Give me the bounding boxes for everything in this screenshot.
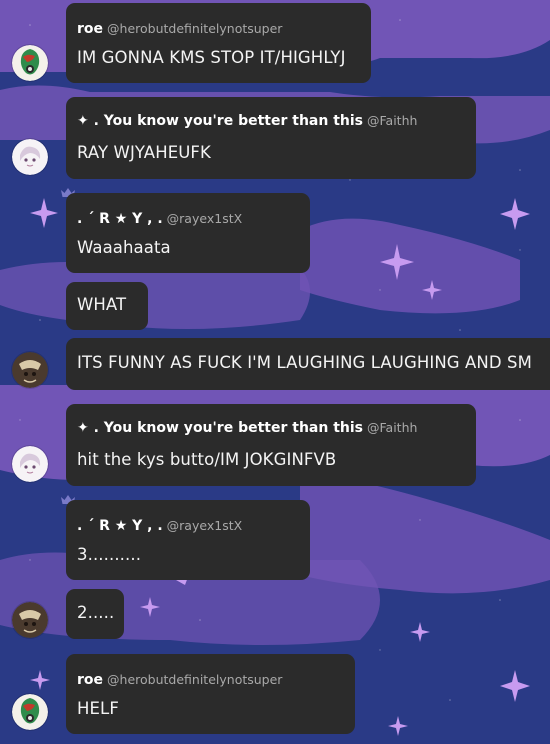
sender-name[interactable]: . ´ R ★ Y , . — [77, 211, 163, 227]
sender-name[interactable]: roe — [77, 672, 103, 688]
message-text: RAY WJYAHEUFK — [77, 143, 211, 162]
sender-handle[interactable]: @Faithh — [367, 113, 417, 128]
message-text: HELF — [77, 699, 119, 718]
message-bubble-roe[interactable]: roe @herobutdefinitelynotsuper IM GONNA K… — [66, 3, 371, 83]
roe-avatar[interactable] — [12, 694, 48, 730]
message-bubble-count[interactable]: 2..... — [66, 589, 124, 639]
message-bubble-faithh-2[interactable]: ✦ . You know you're better than this @Fai… — [66, 404, 476, 486]
message-bubble-roe-2[interactable]: roe @herobutdefinitelynotsuper HELF — [66, 654, 355, 734]
dark-avatar[interactable] — [12, 602, 48, 638]
message-bubble-what[interactable]: WHAT — [66, 282, 148, 330]
sender-handle[interactable]: @rayex1stX — [167, 518, 243, 533]
sender-name[interactable]: ✦ . You know you're better than this — [77, 113, 363, 129]
sender-name[interactable]: roe — [77, 21, 103, 37]
sender-name[interactable]: ✦ . You know you're better than this — [77, 420, 363, 436]
message-text: 3.......... — [77, 545, 142, 564]
message-bubble-ray-2[interactable]: . ´ R ★ Y , . @rayex1stX 3.......... — [66, 500, 310, 580]
message-bubble-ray[interactable]: . ´ R ★ Y , . @rayex1stX Waaahaata — [66, 193, 310, 273]
sender-handle[interactable]: @herobutdefinitelynotsuper — [107, 21, 282, 36]
message-bubble-long[interactable]: ITS FUNNY AS FUCK I'M LAUGHING LAUGHING … — [66, 338, 550, 390]
sender-handle[interactable]: @herobutdefinitelynotsuper — [107, 672, 282, 687]
sender-handle[interactable]: @rayex1stX — [167, 211, 243, 226]
message-text: WHAT — [77, 295, 127, 314]
roe-avatar[interactable] — [12, 45, 48, 81]
message-text: 2..... — [77, 603, 115, 622]
sender-name[interactable]: . ´ R ★ Y , . — [77, 518, 163, 534]
faithh-avatar[interactable] — [12, 139, 48, 175]
message-text: Waaahaata — [77, 238, 171, 257]
sender-handle[interactable]: @Faithh — [367, 420, 417, 435]
message-text: IM GONNA KMS STOP IT/HIGHLYJ — [77, 48, 346, 67]
faithh-avatar[interactable] — [12, 446, 48, 482]
message-text: hit the kys butto/IM JOKGINFVB — [77, 450, 337, 469]
dark-avatar[interactable] — [12, 352, 48, 388]
message-text: ITS FUNNY AS FUCK I'M LAUGHING LAUGHING … — [77, 353, 532, 372]
message-bubble-faithh[interactable]: ✦ . You know you're better than this @Fai… — [66, 97, 476, 179]
